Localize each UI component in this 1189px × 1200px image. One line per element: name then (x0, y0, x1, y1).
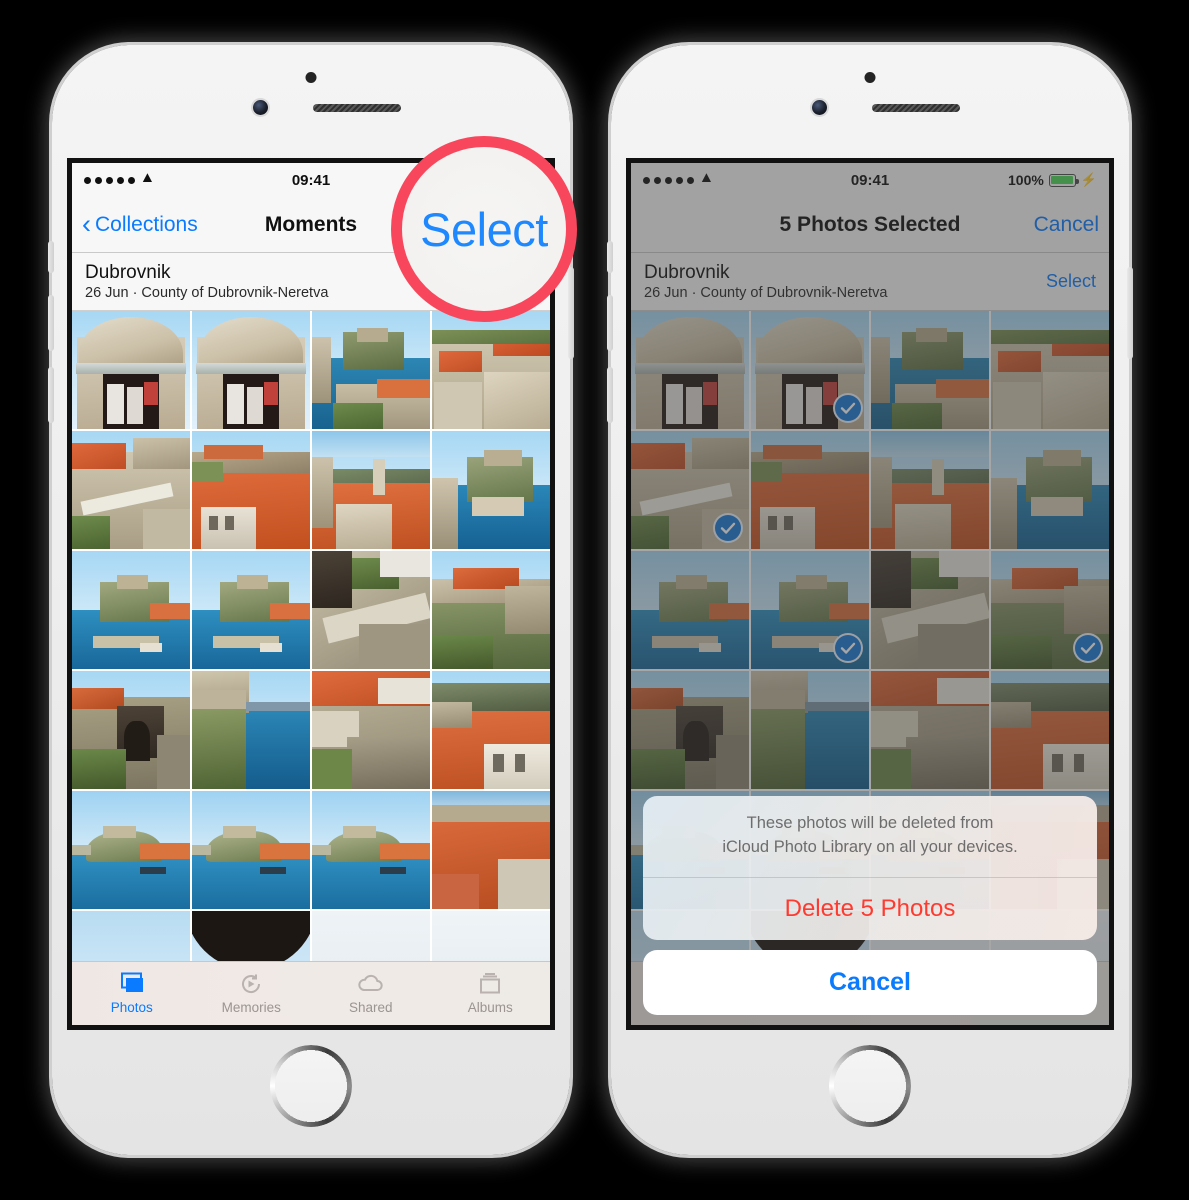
photo-thumbnail-art (192, 791, 310, 909)
shared-cloud-icon (358, 974, 383, 991)
action-sheet-message: These photos will be deleted from iCloud… (643, 796, 1097, 878)
photo-thumbnail[interactable] (432, 431, 550, 549)
photo-thumbnail-art (192, 671, 310, 789)
photo-thumbnail[interactable] (192, 551, 310, 669)
volume-down-button-right[interactable] (607, 367, 613, 423)
tab-photos[interactable]: Photos (72, 962, 192, 1025)
photo-thumbnail[interactable] (312, 551, 430, 669)
photo-thumbnail-art (72, 431, 190, 549)
photos-icon (120, 972, 143, 992)
action-sheet-cancel-button[interactable]: Cancel (643, 950, 1097, 1015)
annotation-circle-select: Select (391, 136, 577, 322)
photo-thumbnail-art (192, 551, 310, 669)
tab-photos-label: Photos (110, 1000, 153, 1015)
photo-thumbnail[interactable] (72, 671, 190, 789)
tab-shared[interactable]: Shared (311, 962, 431, 1025)
tab-albums[interactable]: Albums (431, 962, 551, 1025)
photo-thumbnail-art (432, 551, 550, 669)
photo-thumbnail[interactable] (432, 551, 550, 669)
photo-thumbnail-art (432, 791, 550, 909)
ring-switch[interactable] (48, 241, 54, 273)
annotation-label: Select (420, 202, 548, 256)
photo-grid (72, 311, 550, 1025)
delete-photos-button[interactable]: Delete 5 Photos (643, 878, 1097, 940)
photo-thumbnail[interactable] (192, 311, 310, 429)
screenshot-stage: 09:41 ‹ Collections Moments Select Dubro… (0, 0, 1189, 1200)
photo-thumbnail-art (72, 671, 190, 789)
proximity-sensor-icon-right (864, 72, 876, 83)
photo-thumbnail[interactable] (192, 431, 310, 549)
iphone-device-right: 09:41 100% ⚡ 5 Photos Selected Cancel Du… (607, 45, 1133, 1155)
earpiece-speaker-icon-right (872, 104, 960, 112)
action-sheet-message-line1: These photos will be deleted from (746, 814, 994, 833)
proximity-sensor-icon (305, 72, 317, 83)
photo-thumbnail-art (72, 311, 190, 429)
phone-screen-right: 09:41 100% ⚡ 5 Photos Selected Cancel Du… (631, 163, 1109, 1025)
tab-bar: Photos Memories Shared Albums (72, 961, 550, 1025)
photo-thumbnail-art (432, 311, 550, 429)
tab-shared-label: Shared (348, 1000, 393, 1015)
photo-thumbnail[interactable] (72, 551, 190, 669)
photo-thumbnail-art (192, 431, 310, 549)
photo-thumbnail[interactable] (312, 671, 430, 789)
photo-thumbnail[interactable] (312, 791, 430, 909)
photo-thumbnail[interactable] (432, 311, 550, 429)
photo-thumbnail[interactable] (192, 671, 310, 789)
photo-thumbnail-art (72, 791, 190, 909)
tab-memories-label: Memories (221, 1000, 281, 1015)
photo-thumbnail[interactable] (312, 431, 430, 549)
action-sheet-message-line2: iCloud Photo Library on all your devices… (722, 837, 1018, 856)
ring-switch-right[interactable] (607, 241, 613, 273)
front-camera-icon (253, 100, 268, 115)
memories-icon (242, 974, 261, 993)
photo-thumbnail-art (432, 431, 550, 549)
photo-thumbnail[interactable] (312, 311, 430, 429)
volume-up-button[interactable] (48, 295, 54, 351)
volume-down-button[interactable] (48, 367, 54, 423)
tab-memories[interactable]: Memories (192, 962, 312, 1025)
photo-thumbnail-art (312, 671, 430, 789)
photo-thumbnail[interactable] (72, 431, 190, 549)
volume-up-button-right[interactable] (607, 295, 613, 351)
action-sheet-card: These photos will be deleted from iCloud… (643, 796, 1097, 940)
photo-thumbnail[interactable] (192, 791, 310, 909)
photo-thumbnail-art (312, 791, 430, 909)
front-camera-icon-right (812, 100, 827, 115)
home-button[interactable] (270, 1045, 352, 1127)
power-button-right[interactable] (1127, 267, 1133, 359)
photo-thumbnail-art (312, 311, 430, 429)
photo-thumbnail-art (312, 551, 430, 669)
photo-thumbnail[interactable] (432, 671, 550, 789)
photo-thumbnail-art (72, 551, 190, 669)
photo-thumbnail[interactable] (72, 791, 190, 909)
photo-thumbnail[interactable] (72, 311, 190, 429)
home-button-right[interactable] (829, 1045, 911, 1127)
photo-thumbnail[interactable] (432, 791, 550, 909)
albums-icon (480, 973, 501, 994)
earpiece-speaker-icon (313, 104, 401, 112)
photo-thumbnail-art (432, 671, 550, 789)
photo-thumbnail-art (192, 311, 310, 429)
photo-thumbnail-art (312, 431, 430, 549)
power-button[interactable] (568, 267, 574, 359)
delete-action-sheet: These photos will be deleted from iCloud… (643, 796, 1097, 1015)
tab-albums-label: Albums (467, 1000, 513, 1015)
